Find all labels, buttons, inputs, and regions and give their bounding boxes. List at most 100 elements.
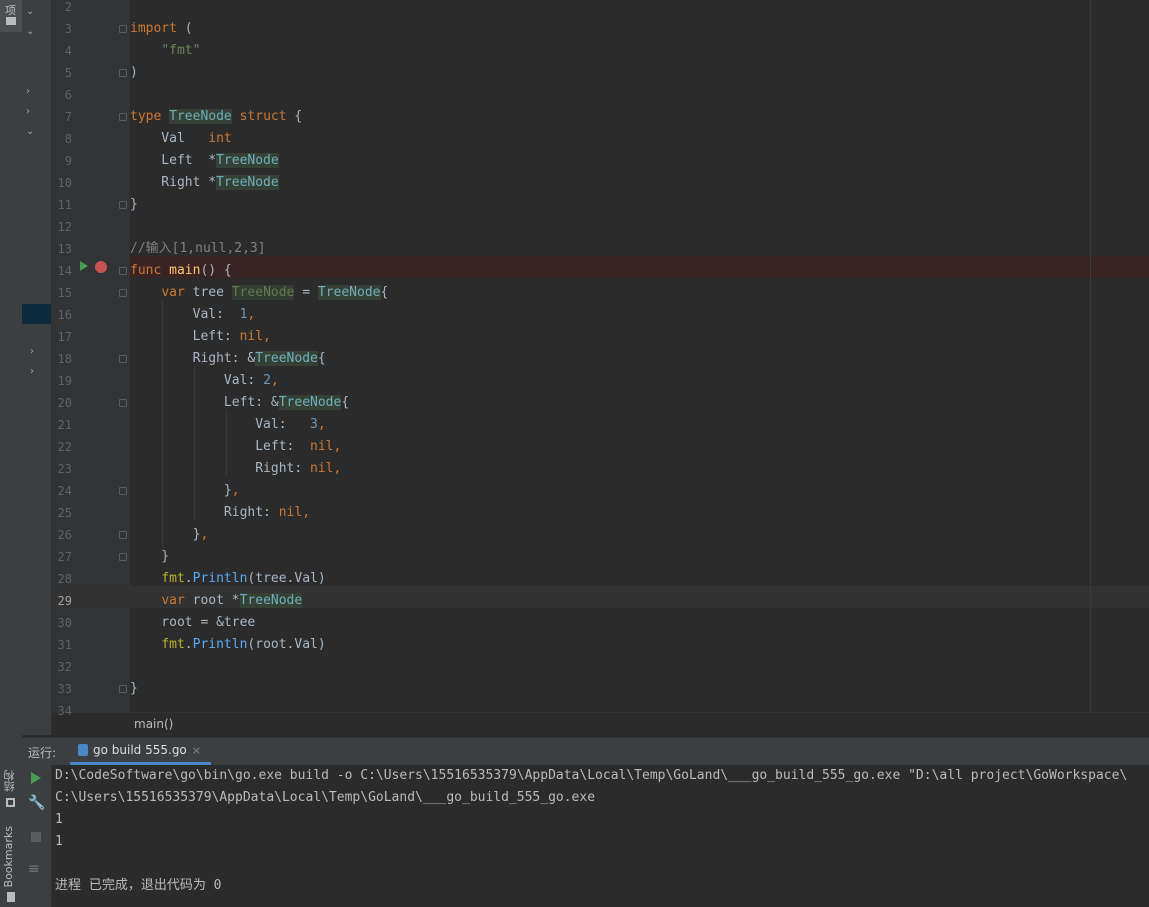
code-line[interactable]: root = &tree [130, 612, 255, 634]
line-number: 11 [57, 198, 72, 212]
line-number: 32 [57, 660, 72, 674]
run-tool-window-header: 运行: go build 555.go × [22, 737, 1149, 766]
code-line[interactable]: } [130, 678, 138, 700]
line-number: 3 [64, 22, 72, 36]
line-number: 31 [57, 638, 72, 652]
line-number: 33 [57, 682, 72, 696]
fold-marker-icon[interactable] [119, 399, 127, 407]
console-line: 1 [55, 812, 63, 827]
code-line[interactable]: Right *TreeNode [130, 172, 279, 194]
fold-marker-icon[interactable] [119, 685, 127, 693]
code-line[interactable]: Right: nil, [130, 502, 310, 524]
chevron-down-icon[interactable]: ⌄ [26, 126, 34, 137]
breakpoint-icon[interactable] [95, 261, 107, 273]
code-line[interactable]: Val: 1, [130, 304, 256, 326]
line-number: 22 [57, 440, 72, 454]
fold-marker-icon[interactable] [119, 69, 127, 77]
fold-marker-icon[interactable] [119, 201, 127, 209]
stop-icon[interactable] [31, 832, 41, 842]
line-number: 16 [57, 308, 72, 322]
fold-marker-icon[interactable] [119, 487, 127, 495]
chevron-down-icon[interactable]: ⌄ [26, 26, 34, 37]
run-tab-label: go build 555.go [93, 743, 187, 757]
line-number: 34 [57, 704, 72, 718]
chevron-right-icon[interactable]: › [26, 106, 30, 117]
line-number: 13 [57, 242, 72, 256]
structure-tool-button[interactable]: 结构 [2, 770, 18, 792]
code-line[interactable]: Val: 3, [130, 414, 325, 436]
line-number: 26 [57, 528, 72, 542]
fold-marker-icon[interactable] [119, 355, 127, 363]
chevron-right-icon[interactable]: › [30, 346, 34, 357]
run-gutter-icon[interactable] [80, 261, 88, 271]
code-line[interactable]: //输入[1,null,2,3] [130, 238, 266, 260]
chevron-down-icon[interactable]: ⌄ [26, 6, 34, 17]
fold-marker-icon[interactable] [119, 553, 127, 561]
line-number: 30 [57, 616, 72, 630]
code-line[interactable]: "fmt" [130, 40, 200, 62]
line-number: 8 [64, 132, 72, 146]
code-line[interactable]: ) [130, 62, 138, 84]
structure-icon [6, 798, 15, 807]
code-line[interactable]: fmt.Println(root.Val) [130, 634, 325, 656]
fold-marker-icon[interactable] [119, 25, 127, 33]
code-line[interactable]: Right: &TreeNode{ [130, 348, 326, 370]
fold-marker-icon[interactable] [119, 531, 127, 539]
fold-marker-icon[interactable] [119, 113, 127, 121]
line-number: 5 [64, 66, 72, 80]
rerun-icon[interactable] [31, 772, 41, 784]
line-number: 9 [64, 154, 72, 168]
code-line[interactable]: fmt.Println(tree.Val) [130, 568, 325, 590]
chevron-right-icon[interactable]: › [30, 366, 34, 377]
wrench-icon[interactable]: 🔧 [28, 795, 45, 811]
console-line: C:\Users\15516535379\AppData\Local\Temp\… [55, 790, 596, 805]
code-line[interactable]: Right: nil, [130, 458, 341, 480]
line-number: 27 [57, 550, 72, 564]
line-number: 12 [57, 220, 72, 234]
code-line[interactable]: Val: 2, [130, 370, 279, 392]
console-line: 1 [55, 834, 63, 849]
bookmark-icon [7, 892, 15, 902]
fold-marker-icon[interactable] [119, 289, 127, 297]
project-tool-button[interactable]: 项 [0, 0, 22, 32]
line-number: 10 [57, 176, 72, 190]
code-line[interactable]: Left: nil, [130, 436, 341, 458]
console-output[interactable]: D:\CodeSoftware\go\bin\go.exe build -o C… [52, 765, 1149, 907]
line-number: 29 [57, 594, 72, 608]
chevron-right-icon[interactable]: › [26, 86, 30, 97]
code-line[interactable]: import ( [130, 18, 193, 40]
fold-marker-icon[interactable] [119, 267, 127, 275]
line-number: 24 [57, 484, 72, 498]
run-config-tab[interactable]: go build 555.go × [70, 738, 211, 765]
right-margin-guide [1090, 0, 1091, 712]
line-number: 17 [57, 330, 72, 344]
code-line[interactable]: } [130, 546, 169, 568]
console-line: D:\CodeSoftware\go\bin\go.exe build -o C… [55, 768, 1128, 783]
code-line[interactable]: var tree TreeNode = TreeNode{ [130, 282, 388, 304]
bookmarks-tool-button[interactable]: Bookmarks [2, 826, 15, 887]
code-line[interactable]: var root *TreeNode [130, 590, 303, 612]
code-editor[interactable]: import ( "fmt") type TreeNode struct { Va… [130, 0, 1149, 712]
line-number: 4 [64, 44, 72, 58]
go-file-icon [78, 744, 88, 756]
breadcrumb-item[interactable]: main() [134, 717, 173, 731]
code-line[interactable]: Left: &TreeNode{ [130, 392, 349, 414]
code-line[interactable]: }, [130, 480, 240, 502]
code-line[interactable]: }, [130, 524, 209, 546]
code-line[interactable]: func main() { [130, 260, 232, 282]
breadcrumb[interactable]: main() [52, 712, 1149, 737]
run-window-title: 运行: [28, 746, 57, 760]
line-number: 7 [64, 110, 72, 124]
console-line: 进程 已完成，退出代码为 0 [55, 878, 222, 893]
code-line[interactable]: Val int [130, 128, 231, 150]
code-line[interactable]: Left: nil, [130, 326, 271, 348]
code-line[interactable]: type TreeNode struct { [130, 106, 302, 128]
selected-tree-item[interactable] [22, 304, 51, 324]
code-line[interactable]: Left *TreeNode [130, 150, 279, 172]
code-line[interactable]: } [130, 194, 138, 216]
sort-icon[interactable]: ≡ [28, 861, 44, 877]
close-icon[interactable]: × [192, 744, 201, 757]
project-tool-label: 项 [5, 4, 16, 17]
line-number: 6 [64, 88, 72, 102]
line-number: 28 [57, 572, 72, 586]
